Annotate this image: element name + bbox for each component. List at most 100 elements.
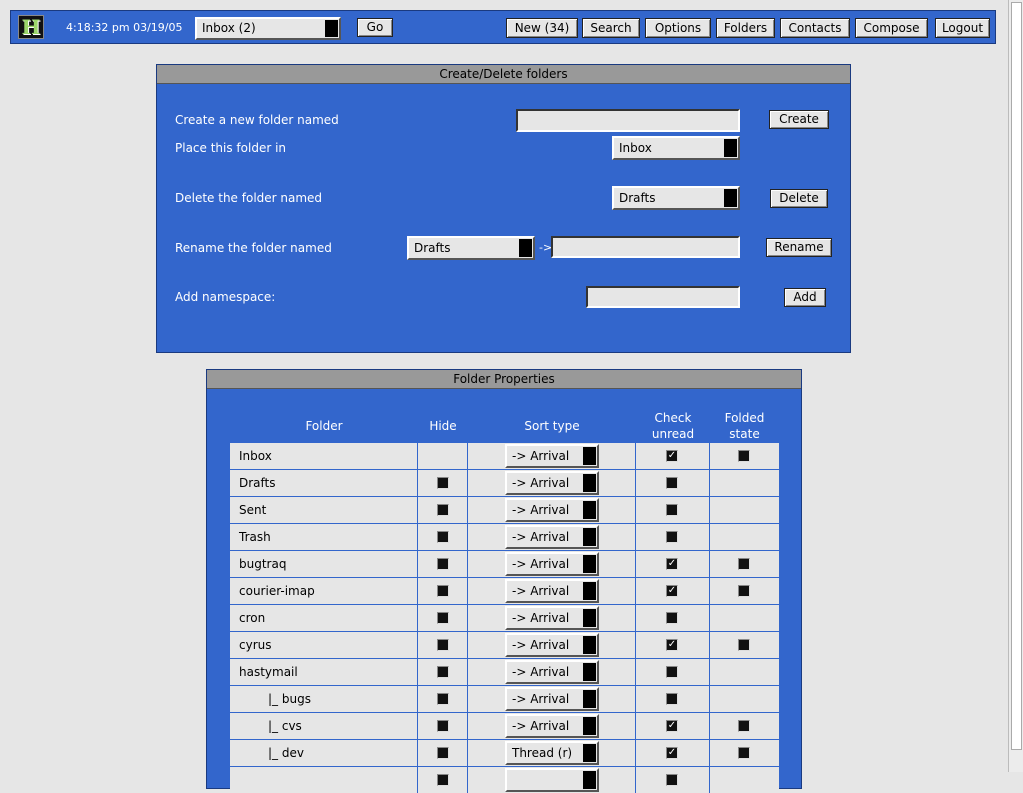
sort-type-select[interactable]: -> Arrival <box>505 687 599 711</box>
sort-type-select[interactable]: -> Arrival <box>505 660 599 684</box>
hide-checkbox[interactable] <box>437 747 449 759</box>
hide-checkbox[interactable] <box>437 666 449 678</box>
check-unread-checkbox[interactable]: ✓ <box>666 450 678 462</box>
create-folder-label: Create a new folder named <box>175 113 339 127</box>
sort-type-select[interactable]: -> Arrival <box>505 552 599 576</box>
check-unread-checkbox[interactable]: ✓ <box>666 558 678 570</box>
folded-state-checkbox[interactable] <box>738 720 750 732</box>
folder-name: |_ dev <box>268 746 304 760</box>
hide-checkbox[interactable] <box>437 531 449 543</box>
check-unread-checkbox[interactable]: ✓ <box>666 747 678 759</box>
rename-new-name-input[interactable] <box>551 236 740 258</box>
sort-type-select[interactable]: -> Arrival <box>505 471 599 495</box>
sort-type-value: -> Arrival <box>512 530 570 544</box>
rename-folder-select[interactable]: Drafts <box>407 236 535 260</box>
check-unread-checkbox[interactable] <box>666 666 678 678</box>
nav-compose-button[interactable]: Compose <box>855 18 928 38</box>
check-unread-checkbox[interactable] <box>666 477 678 489</box>
create-button[interactable]: Create <box>769 110 829 129</box>
sort-type-value: -> Arrival <box>512 476 570 490</box>
hide-checkbox[interactable] <box>437 639 449 651</box>
check-unread-checkbox[interactable] <box>666 612 678 624</box>
sort-type-value: -> Arrival <box>512 611 570 625</box>
sort-type-select[interactable]: -> Arrival <box>505 579 599 603</box>
place-folder-select[interactable]: Inbox <box>612 136 740 160</box>
rename-button[interactable]: Rename <box>766 238 832 257</box>
check-unread-cell: ✓ <box>636 443 710 469</box>
folded-state-checkbox[interactable] <box>738 450 750 462</box>
check-unread-checkbox[interactable]: ✓ <box>666 639 678 651</box>
hide-cell <box>418 551 468 577</box>
mailbox-select[interactable]: Inbox (2) <box>195 17 341 40</box>
nav-contacts-button[interactable]: Contacts <box>780 18 850 38</box>
create-folder-input[interactable] <box>516 109 740 132</box>
sort-type-select[interactable]: -> Arrival <box>505 525 599 549</box>
folder-cell: Inbox <box>230 443 418 469</box>
sort-type-cell: -> Arrival <box>468 443 636 469</box>
sort-type-select[interactable]: -> Arrival <box>505 444 599 468</box>
hide-cell <box>418 578 468 604</box>
folded-state-cell <box>710 443 779 469</box>
check-unread-cell <box>636 605 710 631</box>
go-button[interactable]: Go <box>357 18 393 37</box>
dropdown-arrow-icon <box>583 690 596 708</box>
folded-state-checkbox[interactable] <box>738 747 750 759</box>
scrollbar-thumb[interactable] <box>1011 2 1022 750</box>
hide-checkbox[interactable] <box>437 477 449 489</box>
check-unread-checkbox[interactable]: ✓ <box>666 720 678 732</box>
hide-checkbox[interactable] <box>437 558 449 570</box>
add-namespace-button[interactable]: Add <box>784 288 826 307</box>
rename-folder-label: Rename the folder named <box>175 241 332 255</box>
folder-name: bugtraq <box>239 557 287 571</box>
check-unread-checkbox[interactable] <box>666 774 678 786</box>
nav-folders-button[interactable]: Folders <box>716 18 775 38</box>
sort-type-select[interactable]: -> Arrival <box>505 606 599 630</box>
folder-name: Inbox <box>239 449 272 463</box>
nav-options-button[interactable]: Options <box>645 18 711 38</box>
dropdown-arrow-icon <box>583 771 596 789</box>
folded-state-checkbox[interactable] <box>738 558 750 570</box>
folded-state-cell <box>710 659 779 685</box>
nav-logout-button[interactable]: Logout <box>935 18 990 38</box>
nav-search-button[interactable]: Search <box>582 18 640 38</box>
delete-folder-select[interactable]: Drafts <box>612 186 740 210</box>
create-delete-folders-panel: Create/Delete folders Create a new folde… <box>156 64 851 353</box>
sort-type-select[interactable]: Thread (r) <box>505 741 599 765</box>
panel-title: Folder Properties <box>207 370 801 389</box>
column-header-check-unread: Check unread <box>636 410 710 442</box>
hide-checkbox[interactable] <box>437 693 449 705</box>
check-unread-checkbox[interactable] <box>666 693 678 705</box>
hide-checkbox[interactable] <box>437 720 449 732</box>
nav-new-button[interactable]: New (34) <box>506 18 578 38</box>
check-unread-checkbox[interactable] <box>666 504 678 516</box>
hide-checkbox[interactable] <box>437 585 449 597</box>
table-row <box>230 767 779 793</box>
folder-cell: bugtraq <box>230 551 418 577</box>
dropdown-arrow-icon <box>583 501 596 519</box>
folder-name: |_ cvs <box>268 719 302 733</box>
sort-type-select[interactable]: -> Arrival <box>505 714 599 738</box>
folder-properties-panel: Folder Properties Folder Hide Sort type … <box>206 369 802 793</box>
sort-type-cell: -> Arrival <box>468 659 636 685</box>
hide-checkbox[interactable] <box>437 612 449 624</box>
hide-checkbox[interactable] <box>437 774 449 786</box>
delete-button[interactable]: Delete <box>770 189 828 208</box>
check-unread-checkbox[interactable] <box>666 531 678 543</box>
sort-type-select[interactable]: -> Arrival <box>505 633 599 657</box>
check-unread-checkbox[interactable]: ✓ <box>666 585 678 597</box>
check-unread-cell: ✓ <box>636 632 710 658</box>
hide-checkbox[interactable] <box>437 504 449 516</box>
sort-type-select[interactable]: -> Arrival <box>505 498 599 522</box>
table-row: Drafts -> Arrival <box>230 470 779 496</box>
folded-state-checkbox[interactable] <box>738 585 750 597</box>
check-unread-cell: ✓ <box>636 713 710 739</box>
namespace-input[interactable] <box>586 286 740 308</box>
table-row: courier-imap -> Arrival ✓ <box>230 578 779 604</box>
folded-state-checkbox[interactable] <box>738 639 750 651</box>
hide-cell <box>418 767 468 793</box>
folder-cell: |_ dev <box>230 740 418 766</box>
dropdown-arrow-icon <box>325 20 338 37</box>
sort-type-value: -> Arrival <box>512 638 570 652</box>
page-scrollbar[interactable] <box>1008 0 1023 772</box>
table-row: hastymail -> Arrival <box>230 659 779 685</box>
